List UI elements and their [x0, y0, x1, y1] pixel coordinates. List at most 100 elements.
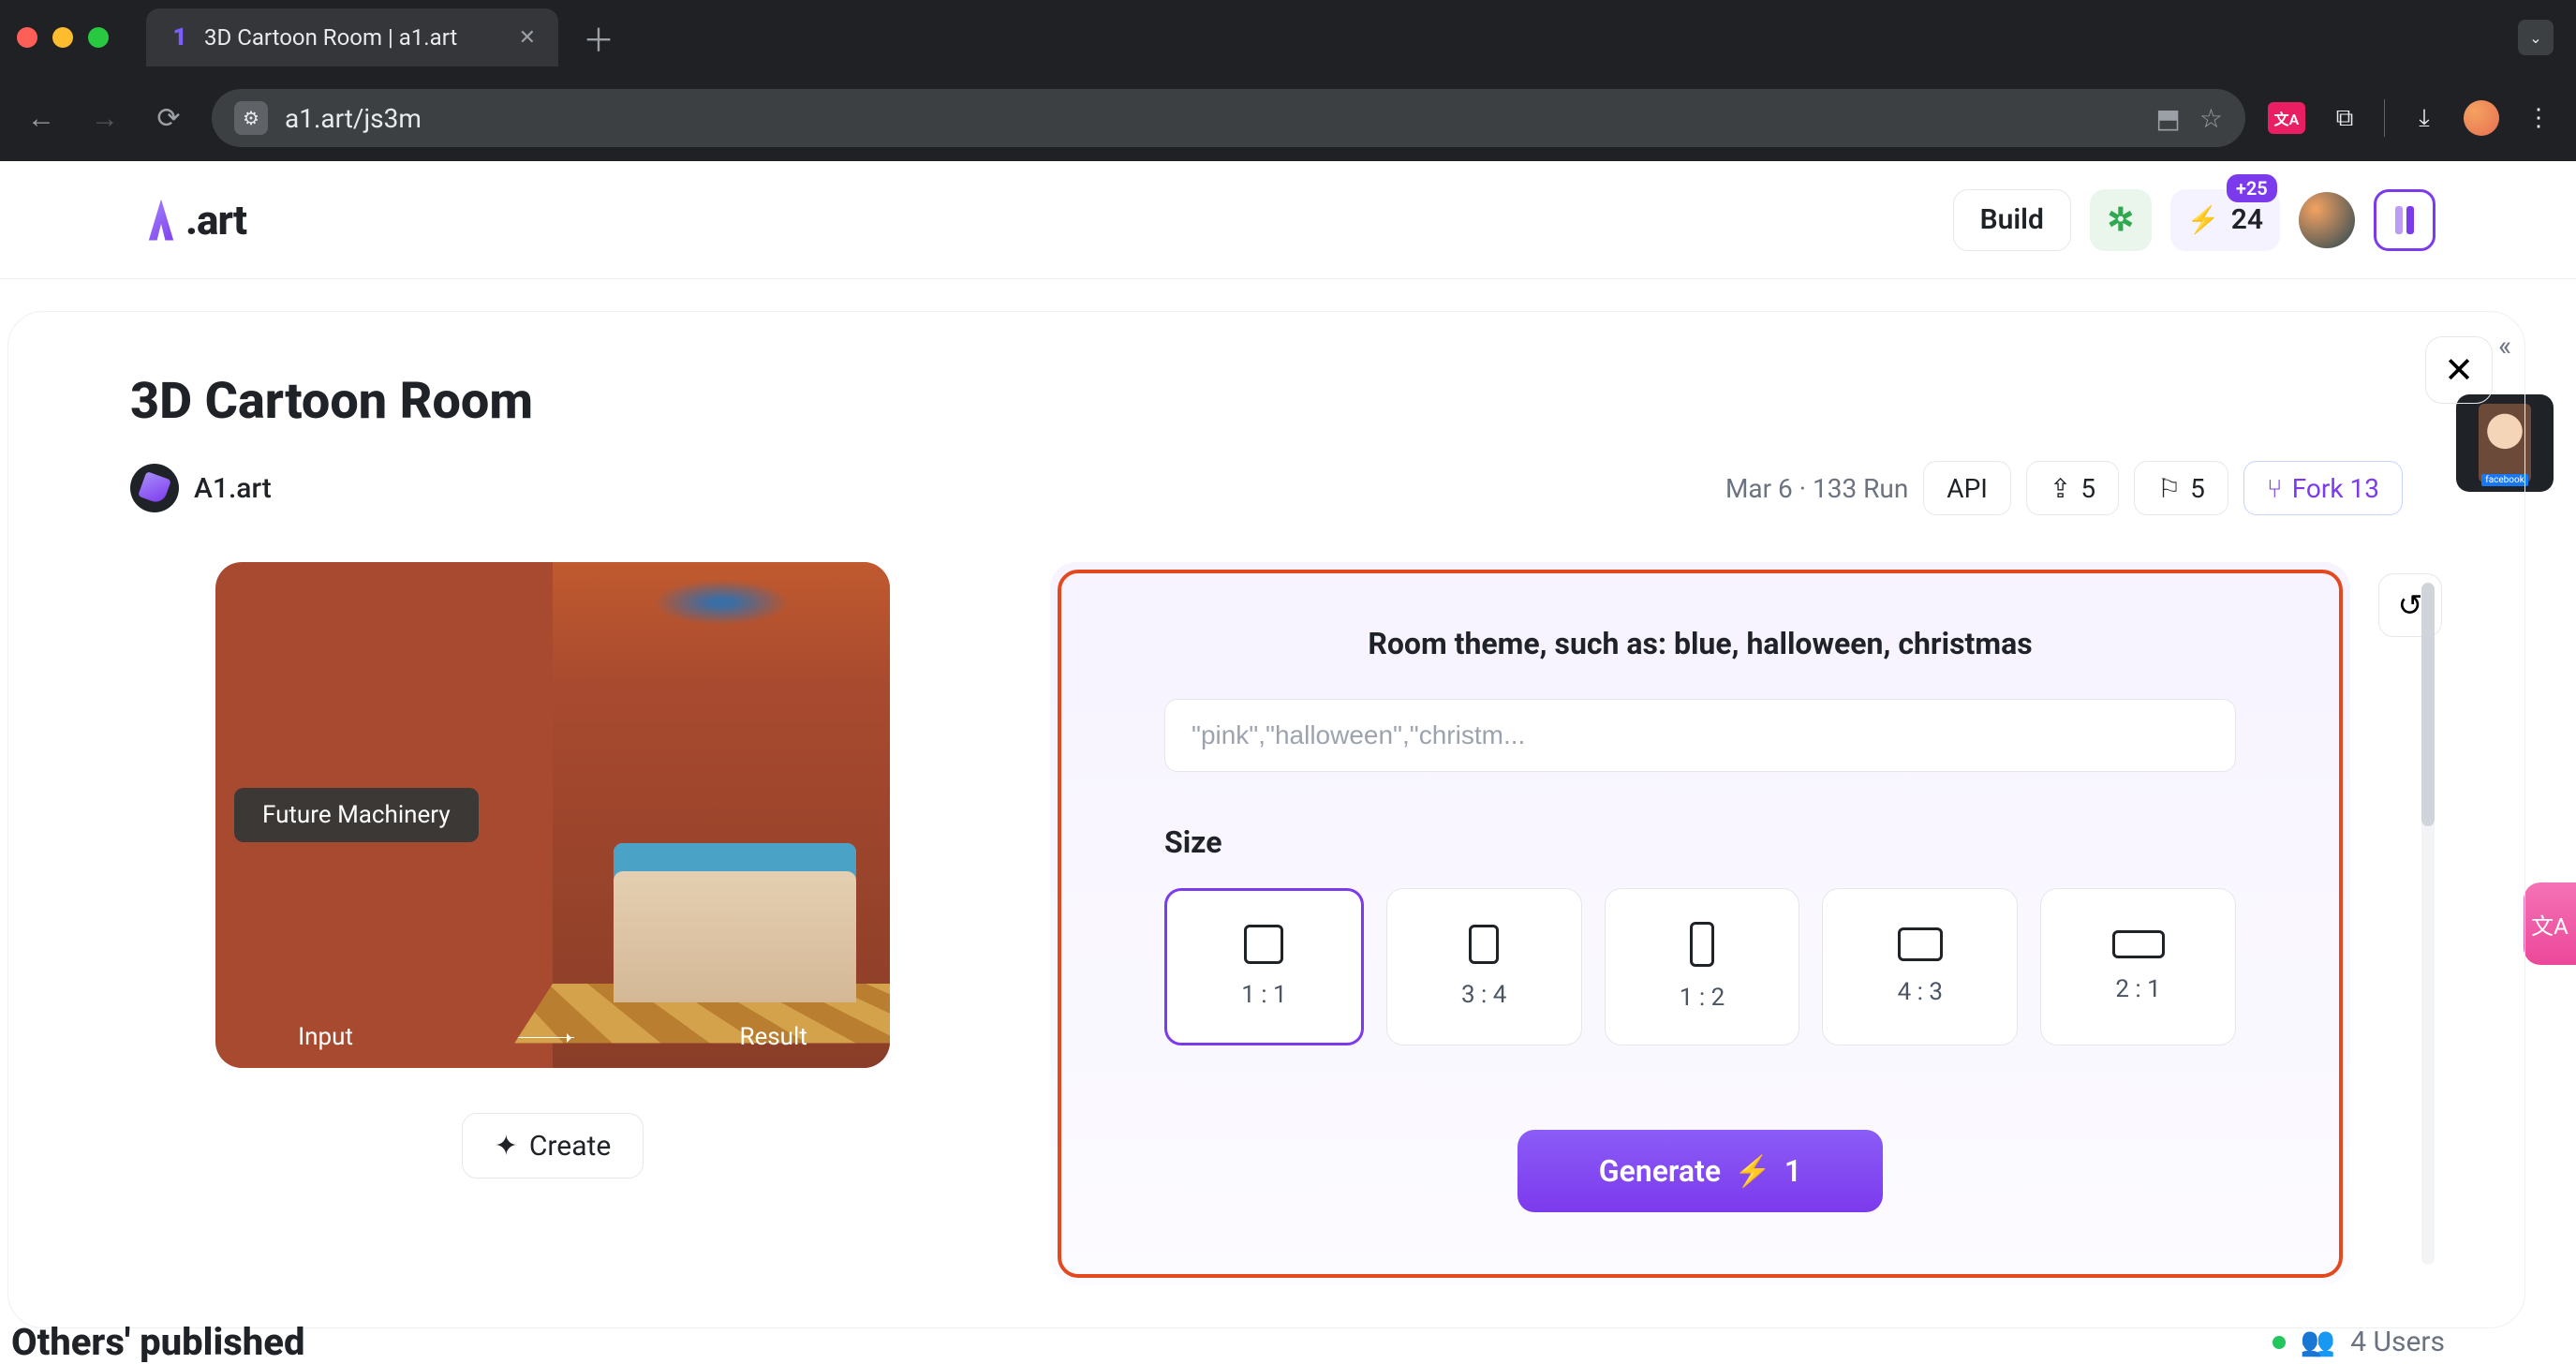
form-panel: Room theme, such as: blue, halloween, ch…: [1050, 562, 2350, 1285]
author-avatar[interactable]: [130, 464, 179, 512]
panel-toggle-button[interactable]: [2374, 189, 2435, 251]
ratio-shape-icon: [1898, 927, 1943, 961]
url-actions: ⬒ ☆: [2155, 103, 2223, 134]
size-options: 1 : 1 3 : 4 1 : 2: [1164, 888, 2236, 1045]
form-column: ↺ Room theme, such as: blue, halloween, …: [1050, 562, 2442, 1285]
page-title: 3D Cartoon Room: [8, 312, 2524, 431]
address-bar[interactable]: ⚙ a1.art/js3m ⬒ ☆: [212, 89, 2245, 147]
favicon-icon: 1: [169, 26, 191, 49]
translate-icon: 文A: [2531, 908, 2569, 941]
credits-pill[interactable]: +25 ⚡ 24: [2170, 189, 2280, 251]
generate-label: Generate: [1599, 1153, 1721, 1189]
content-row: Future Machinery Input Result ✦ Create: [8, 515, 2524, 1285]
ratio-label: 1 : 1: [1241, 981, 1286, 1009]
credits-count: 24: [2231, 203, 2263, 236]
generate-button[interactable]: Generate ⚡ 1: [1517, 1130, 1883, 1212]
theme-field-label: Room theme, such as: blue, halloween, ch…: [1164, 626, 2236, 661]
ratio-label: 2 : 1: [2115, 975, 2160, 1003]
profile-avatar-icon[interactable]: [2464, 100, 2499, 136]
close-window-icon[interactable]: [17, 27, 37, 48]
magic-wand-icon: ✦: [495, 1130, 518, 1163]
extension-icons: 文A ⧉ ⤓ ⋮: [2268, 99, 2555, 137]
size-option-3-4[interactable]: 3 : 4: [1386, 888, 1582, 1045]
browser-menu-icon[interactable]: ⋮: [2522, 101, 2555, 135]
share-icon: ⇪: [2050, 473, 2071, 504]
bolt-icon: ⚡: [1734, 1153, 1771, 1189]
forward-icon: →: [84, 102, 126, 135]
preview-image: Future Machinery Input Result: [215, 562, 890, 1068]
translate-side-tab[interactable]: 文A: [2524, 882, 2576, 965]
user-avatar[interactable]: [2299, 192, 2355, 248]
bookmark-icon: ⚐: [2157, 473, 2181, 504]
new-tab-icon[interactable]: ＋: [583, 15, 614, 61]
size-option-1-2[interactable]: 1 : 2: [1605, 888, 1800, 1045]
translate-extension-icon[interactable]: 文A: [2268, 102, 2305, 134]
fork-button[interactable]: ⑂ Fork 13: [2243, 461, 2403, 515]
close-tab-icon[interactable]: ✕: [519, 26, 536, 50]
bolt-icon: ⚡: [2187, 204, 2220, 235]
bookmark-star-icon[interactable]: ☆: [2199, 103, 2223, 134]
build-button[interactable]: Build: [1953, 189, 2071, 251]
size-field-label: Size: [1164, 824, 2236, 860]
create-button[interactable]: ✦ Create: [462, 1113, 644, 1179]
size-option-4-3[interactable]: 4 : 3: [1822, 888, 2018, 1045]
fork-icon: ⑂: [2267, 473, 2283, 504]
share-count: 5: [2080, 473, 2095, 504]
app-topbar: .art Build ✲ +25 ⚡ 24: [0, 161, 2576, 279]
back-icon[interactable]: ←: [21, 102, 62, 135]
api-button[interactable]: API: [1923, 461, 2011, 515]
app-root: .art Build ✲ +25 ⚡ 24 « 文A ✕ 3D Cartoon …: [0, 161, 2576, 1364]
preview-result-half: [553, 562, 890, 1068]
maximize-window-icon[interactable]: [88, 27, 109, 48]
url-text: a1.art/js3m: [285, 103, 2139, 134]
arrow-right-icon: [518, 1037, 574, 1038]
author-name: A1.art: [194, 472, 272, 505]
tab-strip: 1 3D Cartoon Room | a1.art ✕ ＋ ⌄: [0, 0, 2576, 75]
online-dot-icon: [2273, 1336, 2286, 1349]
form-highlight-box: Room theme, such as: blue, halloween, ch…: [1058, 570, 2343, 1278]
browser-chrome: 1 3D Cartoon Room | a1.art ✕ ＋ ⌄ ← → ⟳ ⚙…: [0, 0, 2576, 161]
close-icon: ✕: [2444, 349, 2474, 392]
browser-tab[interactable]: 1 3D Cartoon Room | a1.art ✕: [146, 8, 558, 67]
form-scrollbar[interactable]: [2421, 583, 2435, 1265]
toolbar-divider: [2384, 99, 2385, 137]
site-settings-icon[interactable]: ⚙: [234, 101, 268, 135]
users-icon: 👥: [2301, 1326, 2335, 1358]
others-published-row: Others' published 👥 4 Users: [11, 1320, 2445, 1364]
build-button-label: Build: [1980, 203, 2044, 236]
ratio-shape-icon: [1244, 925, 1283, 964]
users-count-label: 4 Users: [2350, 1326, 2445, 1358]
close-card-button[interactable]: ✕: [2425, 336, 2493, 404]
ratio-label: 3 : 4: [1461, 981, 1506, 1009]
downloads-icon[interactable]: ⤓: [2407, 101, 2441, 135]
users-info: 👥 4 Users: [2273, 1326, 2445, 1358]
install-app-icon[interactable]: ⬒: [2155, 103, 2180, 134]
bookmark-count: 5: [2190, 473, 2205, 504]
logo-mark-icon: [141, 200, 182, 241]
minimize-window-icon[interactable]: [52, 27, 73, 48]
preview-column: Future Machinery Input Result ✦ Create: [130, 562, 975, 1285]
prompt-chip: Future Machinery: [234, 788, 479, 842]
generate-cost: 1: [1784, 1153, 1801, 1189]
extensions-puzzle-icon[interactable]: ⧉: [2328, 101, 2361, 135]
theme-input[interactable]: [1164, 699, 2236, 772]
main-card: ✕ 3D Cartoon Room A1.art Mar 6 · 133 Run…: [7, 311, 2525, 1328]
tab-title: 3D Cartoon Room | a1.art: [204, 24, 506, 51]
history-icon: ↺: [2398, 587, 2423, 623]
logo[interactable]: .art: [141, 196, 246, 245]
scroll-thumb[interactable]: [2421, 583, 2435, 826]
size-option-2-1[interactable]: 2 : 1: [2040, 888, 2236, 1045]
panel-toggle-icon: [2395, 206, 2414, 234]
size-option-1-1[interactable]: 1 : 1: [1164, 888, 1364, 1045]
reload-icon[interactable]: ⟳: [148, 102, 189, 135]
share-button[interactable]: ⇪ 5: [2026, 461, 2119, 515]
bookmark-button[interactable]: ⚐ 5: [2134, 461, 2228, 515]
date-and-runs: Mar 6 · 133 Run: [1725, 473, 1908, 504]
browser-toolbar: ← → ⟳ ⚙ a1.art/js3m ⬒ ☆ 文A ⧉ ⤓ ⋮: [0, 75, 2576, 161]
wechat-button[interactable]: ✲: [2090, 189, 2152, 251]
credits-plus-badge: +25: [2227, 174, 2277, 202]
tabs-dropdown-icon[interactable]: ⌄: [2518, 20, 2554, 55]
wechat-icon: ✲: [2108, 201, 2135, 239]
preview-input-half: Future Machinery: [215, 562, 553, 1068]
api-label: API: [1947, 473, 1988, 504]
